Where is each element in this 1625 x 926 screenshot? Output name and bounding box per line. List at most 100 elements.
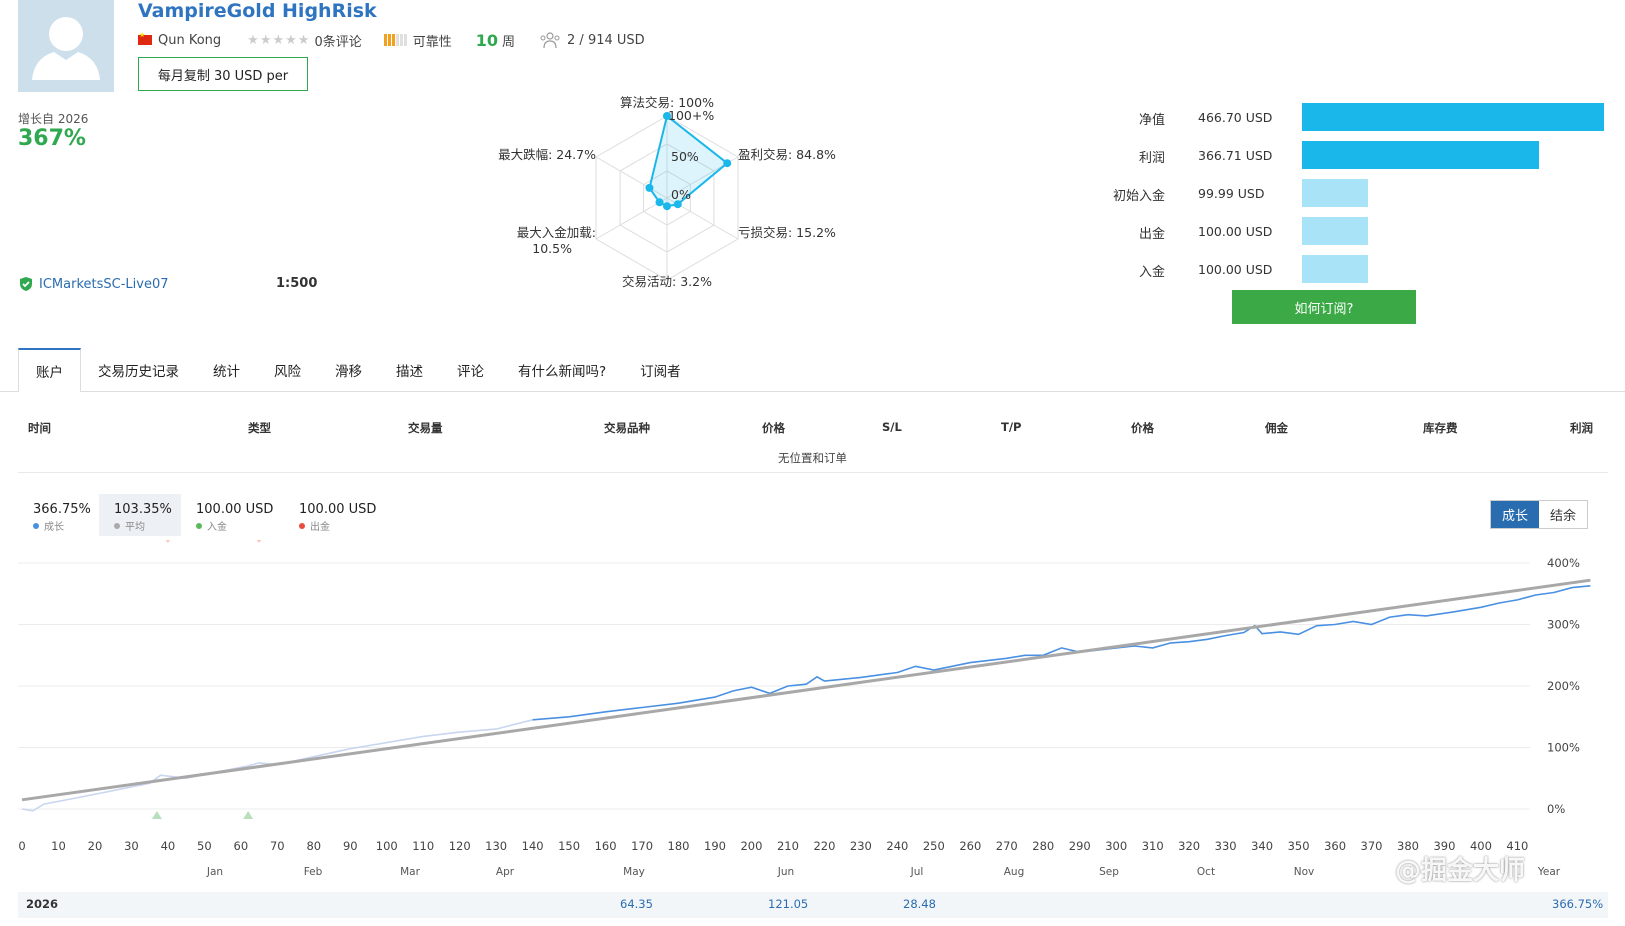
positions-header-3[interactable]: 交易品种 <box>604 420 650 436</box>
year-total: 366.75% <box>1552 897 1604 911</box>
summary-value-2: 100.00 USD <box>196 502 274 517</box>
positions-header-4[interactable]: 价格 <box>762 420 785 436</box>
balance-label-2: 初始入金 <box>1112 189 1165 204</box>
x-tick-10: 100 <box>376 839 398 853</box>
x-tick-26: 260 <box>959 839 981 853</box>
radar-point-1 <box>723 159 732 168</box>
reliability-label: 可靠性 <box>412 34 452 50</box>
summary-label-1: 平均 <box>125 522 145 533</box>
watermark: @掘金大师 <box>1395 856 1526 886</box>
leverage-value: 1:500 <box>276 276 318 291</box>
tab-7[interactable]: 有什么新闻吗? <box>501 348 623 392</box>
rating-stars-icon: ★★★★★ <box>247 32 311 48</box>
summary-dot-icon <box>33 522 39 529</box>
summary-label-3: 出金 <box>310 522 330 533</box>
x-tick-30: 300 <box>1105 839 1127 853</box>
summary-label-row-3: 出金 <box>299 518 384 533</box>
x-tick-36: 360 <box>1324 839 1346 853</box>
user-silhouette-icon <box>18 0 114 92</box>
summary-item-2[interactable]: 100.00 USD 入金 <box>181 494 284 536</box>
positions-header-6[interactable]: T/P <box>1001 420 1021 434</box>
positions-header-7[interactable]: 价格 <box>1131 420 1154 436</box>
summary-item-3[interactable]: 100.00 USD 出金 <box>284 494 384 536</box>
balance-value-4: 100.00 USD <box>1198 262 1273 277</box>
summary-value-0: 366.75% <box>33 502 91 517</box>
weeks-unit: 周 <box>502 34 516 50</box>
verified-shield-icon <box>20 277 32 291</box>
x-tick-18: 180 <box>668 839 690 853</box>
reviews-link[interactable]: 0条评论 <box>314 31 361 50</box>
month-label-2: Mar <box>400 866 420 878</box>
month-label-8: Sep <box>1099 866 1119 878</box>
positions-header-1[interactable]: 类型 <box>248 420 271 436</box>
radar-chart: 100+% 50% 0% 算法交易: 100% 盈利交易: 84.8% 亏损交易… <box>498 95 836 289</box>
x-tick-0: 0 <box>18 839 25 853</box>
x-tick-27: 270 <box>996 839 1018 853</box>
radar-ring-50: 50% <box>671 149 699 164</box>
x-tick-25: 250 <box>923 839 945 853</box>
year-value-may[interactable]: 64.35 <box>620 897 653 911</box>
positions-header-9[interactable]: 库存费 <box>1423 420 1458 436</box>
author-avatar[interactable] <box>18 0 114 92</box>
x-tick-32: 320 <box>1178 839 1200 853</box>
deposit-marker-1[interactable] <box>243 811 254 819</box>
tab-0[interactable]: 账户 <box>18 348 81 392</box>
y-tick-3: 100% <box>1547 741 1580 755</box>
y-tick-1: 300% <box>1547 618 1580 632</box>
summary-item-1[interactable]: 103.35% 平均 <box>99 494 181 536</box>
subscribe-button[interactable]: 每月复制 30 USD per <box>138 57 308 91</box>
month-label-7: Aug <box>1004 866 1025 878</box>
x-tick-12: 120 <box>449 839 471 853</box>
withdrawal-marker-1[interactable] <box>254 540 264 543</box>
x-tick-4: 40 <box>161 839 176 853</box>
tab-8[interactable]: 订阅者 <box>623 348 698 392</box>
x-tick-6: 60 <box>234 839 249 853</box>
radar-label-algo: 算法交易: 100% <box>620 95 714 110</box>
month-label-1: Feb <box>304 866 323 878</box>
tab-3[interactable]: 风险 <box>257 348 318 392</box>
x-tick-16: 160 <box>595 839 617 853</box>
positions-header-8[interactable]: 佣金 <box>1265 420 1288 436</box>
x-tick-31: 310 <box>1142 839 1164 853</box>
positions-header-0[interactable]: 时间 <box>28 420 51 436</box>
balance-value-0: 466.70 USD <box>1198 110 1273 125</box>
month-label-0: Jan <box>206 866 223 878</box>
withdrawal-marker-0[interactable] <box>163 540 173 543</box>
balance-bar-0 <box>1302 103 1604 131</box>
tab-5[interactable]: 描述 <box>379 348 440 392</box>
x-tick-20: 200 <box>740 839 762 853</box>
tab-4[interactable]: 滑移 <box>318 348 379 392</box>
x-tick-11: 110 <box>412 839 434 853</box>
signal-title[interactable]: VampireGold HighRisk <box>138 0 377 22</box>
author-name[interactable]: Qun Kong <box>158 33 221 48</box>
deposit-marker-0[interactable] <box>151 811 162 819</box>
tab-2[interactable]: 统计 <box>196 348 257 392</box>
y-tick-0: 400% <box>1547 556 1580 570</box>
summary-dot-icon <box>196 522 202 529</box>
tab-1[interactable]: 交易历史记录 <box>81 348 196 392</box>
positions-header-2[interactable]: 交易量 <box>408 420 443 436</box>
china-flag-icon <box>138 31 152 45</box>
toggle-growth-button[interactable]: 成长 <box>1491 501 1539 528</box>
x-tick-35: 350 <box>1288 839 1310 853</box>
summary-label-row-1: 平均 <box>114 518 181 533</box>
x-tick-13: 130 <box>485 839 507 853</box>
radar-label-profit: 盈利交易: 84.8% <box>738 147 836 162</box>
subscribers-icon <box>540 32 560 49</box>
positions-header-10[interactable]: 利润 <box>1570 420 1593 436</box>
x-tick-33: 330 <box>1215 839 1237 853</box>
toggle-balance-button[interactable]: 结余 <box>1539 501 1587 528</box>
summary-item-0[interactable]: 366.75% 成长 <box>18 494 99 536</box>
balance-label-1: 利润 <box>1138 151 1165 166</box>
positions-header-5[interactable]: S/L <box>882 420 902 434</box>
year-value-jul[interactable]: 28.48 <box>903 897 936 911</box>
growth-value: 367% <box>18 126 86 151</box>
how-to-subscribe-button[interactable]: 如何订阅? <box>1232 290 1416 324</box>
tab-6[interactable]: 评论 <box>440 348 501 392</box>
radar-label-deposit-load-value: 10.5% <box>532 241 572 256</box>
tab-bar: 账户 交易历史记录 统计 风险 滑移 描述 评论 有什么新闻吗? 订阅者 <box>18 348 698 392</box>
broker-link[interactable]: ICMarketsSC-Live07 <box>39 277 168 292</box>
summary-value-1: 103.35% <box>114 502 172 517</box>
year-value-jun[interactable]: 121.05 <box>768 897 808 911</box>
radar-ring-100: 100+% <box>668 108 714 123</box>
